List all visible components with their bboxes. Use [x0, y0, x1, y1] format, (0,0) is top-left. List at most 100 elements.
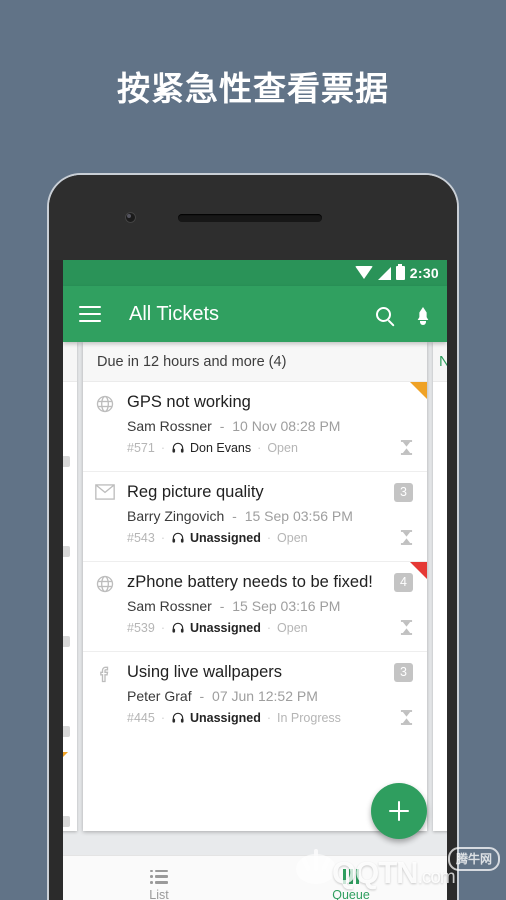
ticket-meta-row: Sam Rossner - 15 Sep 03:16 PM	[127, 598, 413, 614]
ticket-date: 15 Sep 03:16 PM	[232, 598, 341, 614]
ticket-primary-row: GPS not working	[95, 393, 413, 414]
ticket-date: 07 Jun 12:52 PM	[212, 688, 318, 704]
app-bar: All Tickets	[63, 286, 447, 342]
ticket-subject: zPhone battery needs to be fixed!	[127, 573, 373, 591]
next-queue-card-label: N	[433, 342, 447, 370]
ticket-subject: GPS not working	[127, 393, 251, 411]
bottom-navigation: List Queue	[63, 855, 447, 900]
ticket-requester: Peter Graf	[127, 688, 192, 704]
ticket-primary-row: Using live wallpapers 3	[95, 663, 413, 684]
app-bar-title: All Tickets	[129, 302, 220, 325]
ticket-priority-flag	[410, 562, 427, 579]
ticket-status: In Progress	[277, 710, 341, 725]
ticket-agent: Unassigned	[189, 620, 261, 635]
ticket-meta-separator: -	[219, 598, 225, 614]
ticket-row[interactable]: zPhone battery needs to be fixed! 4 Sam …	[83, 562, 427, 652]
ticket-dot-separator: ·	[160, 620, 165, 635]
previous-queue-card-flag	[63, 752, 68, 765]
search-icon[interactable]	[376, 306, 391, 322]
battery-icon	[395, 264, 405, 280]
phone-top-bezel	[49, 175, 457, 260]
next-queue-card[interactable]: N	[433, 342, 447, 831]
globe-icon	[95, 394, 115, 414]
ticket-group-header: Due in 12 hours and more (4)	[83, 342, 427, 382]
front-camera-icon	[125, 212, 136, 223]
hourglass-icon	[400, 620, 413, 635]
envelope-icon	[95, 484, 115, 504]
ticket-dot-separator: ·	[266, 620, 272, 635]
ticket-requester: Sam Rossner	[127, 598, 212, 614]
ticket-agent: Unassigned	[189, 530, 261, 545]
facebook-icon	[95, 664, 115, 684]
headset-icon	[171, 711, 185, 725]
ticket-id: #571	[127, 440, 155, 455]
phone-screen: 2:30 All Tickets Due in 12 hours and mor…	[63, 260, 447, 900]
ticket-card-carousel[interactable]: N Due in 12 hours and more (4)	[63, 342, 447, 855]
nav-item-queue-label: Queue	[332, 888, 370, 900]
previous-queue-card-header	[63, 342, 77, 382]
headset-icon	[171, 531, 185, 545]
ticket-requester: Sam Rossner	[127, 418, 212, 434]
new-ticket-fab[interactable]	[371, 783, 427, 839]
ticket-dot-separator: ·	[160, 530, 165, 545]
status-bar: 2:30	[63, 260, 447, 286]
headset-icon	[171, 441, 185, 455]
hourglass-icon	[400, 530, 413, 545]
queue-icon	[342, 869, 360, 884]
ticket-date: 15 Sep 03:56 PM	[244, 508, 353, 524]
ticket-status: Open	[277, 620, 308, 635]
nav-item-list-label: List	[149, 887, 169, 900]
headset-icon	[171, 621, 185, 635]
bell-icon[interactable]	[415, 306, 431, 325]
ticket-row[interactable]: Using live wallpapers 3 Peter Graf - 07 …	[83, 652, 427, 742]
signal-icon	[377, 266, 391, 280]
nav-item-list[interactable]: List	[63, 856, 255, 900]
ticket-requester: Barry Zingovich	[127, 508, 225, 524]
ticket-group-header-label: Due in 12 hours and more (4)	[97, 353, 287, 370]
ticket-dot-separator: ·	[257, 440, 262, 455]
ticket-meta-separator: -	[199, 688, 205, 704]
ticket-dot-separator: ·	[266, 530, 272, 545]
ticket-meta-row: Peter Graf - 07 Jun 12:52 PM	[127, 688, 413, 704]
ticket-dot-separator: ·	[160, 440, 165, 455]
hourglass-icon	[400, 440, 413, 455]
ticket-conversation-count: 3	[394, 663, 413, 682]
ticket-status-row: #571 · Don Evans · Open	[127, 440, 413, 455]
ticket-status-row: #445 · Unassigned · In Progress	[127, 710, 413, 725]
ticket-primary-row: zPhone battery needs to be fixed! 4	[95, 573, 413, 594]
ticket-meta-row: Sam Rossner - 10 Nov 08:28 PM	[127, 418, 413, 434]
earpiece-speaker	[178, 214, 322, 222]
ticket-status-row: #539 · Unassigned · Open	[127, 620, 413, 635]
ticket-primary-row: Reg picture quality 3	[95, 483, 413, 504]
ticket-status: Open	[267, 440, 298, 455]
page-title: 按紧急性查看票据	[117, 70, 389, 107]
ticket-id: #539	[127, 620, 155, 635]
status-bar-time: 2:30	[409, 265, 439, 281]
ticket-meta-row: Barry Zingovich - 15 Sep 03:56 PM	[127, 508, 413, 524]
previous-queue-card[interactable]	[63, 342, 77, 831]
ticket-dot-separator: ·	[266, 710, 272, 725]
wifi-icon	[354, 266, 373, 279]
ticket-conversation-count: 3	[394, 483, 413, 502]
ticket-row[interactable]: GPS not working Sam Rossner - 10 Nov 08:…	[83, 382, 427, 472]
app-bar-actions	[376, 306, 431, 325]
hamburger-menu-icon[interactable]	[79, 306, 101, 322]
ticket-subject: Using live wallpapers	[127, 663, 282, 681]
ticket-priority-flag	[410, 382, 427, 399]
next-queue-card-header: N	[433, 342, 447, 382]
globe-icon	[95, 574, 115, 594]
ticket-meta-separator: -	[232, 508, 237, 524]
ticket-id: #445	[127, 710, 155, 725]
ticket-id: #543	[127, 530, 155, 545]
ticket-agent: Don Evans	[189, 440, 252, 455]
ticket-meta-separator: -	[219, 418, 225, 434]
ticket-dot-separator: ·	[160, 710, 165, 725]
nav-item-queue[interactable]: Queue	[255, 856, 447, 900]
ticket-status: Open	[277, 530, 308, 545]
phone-mockup: 2:30 All Tickets Due in 12 hours and mor…	[47, 173, 459, 900]
ticket-row[interactable]: Reg picture quality 3 Barry Zingovich - …	[83, 472, 427, 562]
list-icon	[150, 869, 168, 884]
hourglass-icon	[400, 710, 413, 725]
ticket-agent: Unassigned	[189, 710, 261, 725]
ticket-list-card: Due in 12 hours and more (4) GPS not wor…	[83, 342, 427, 831]
